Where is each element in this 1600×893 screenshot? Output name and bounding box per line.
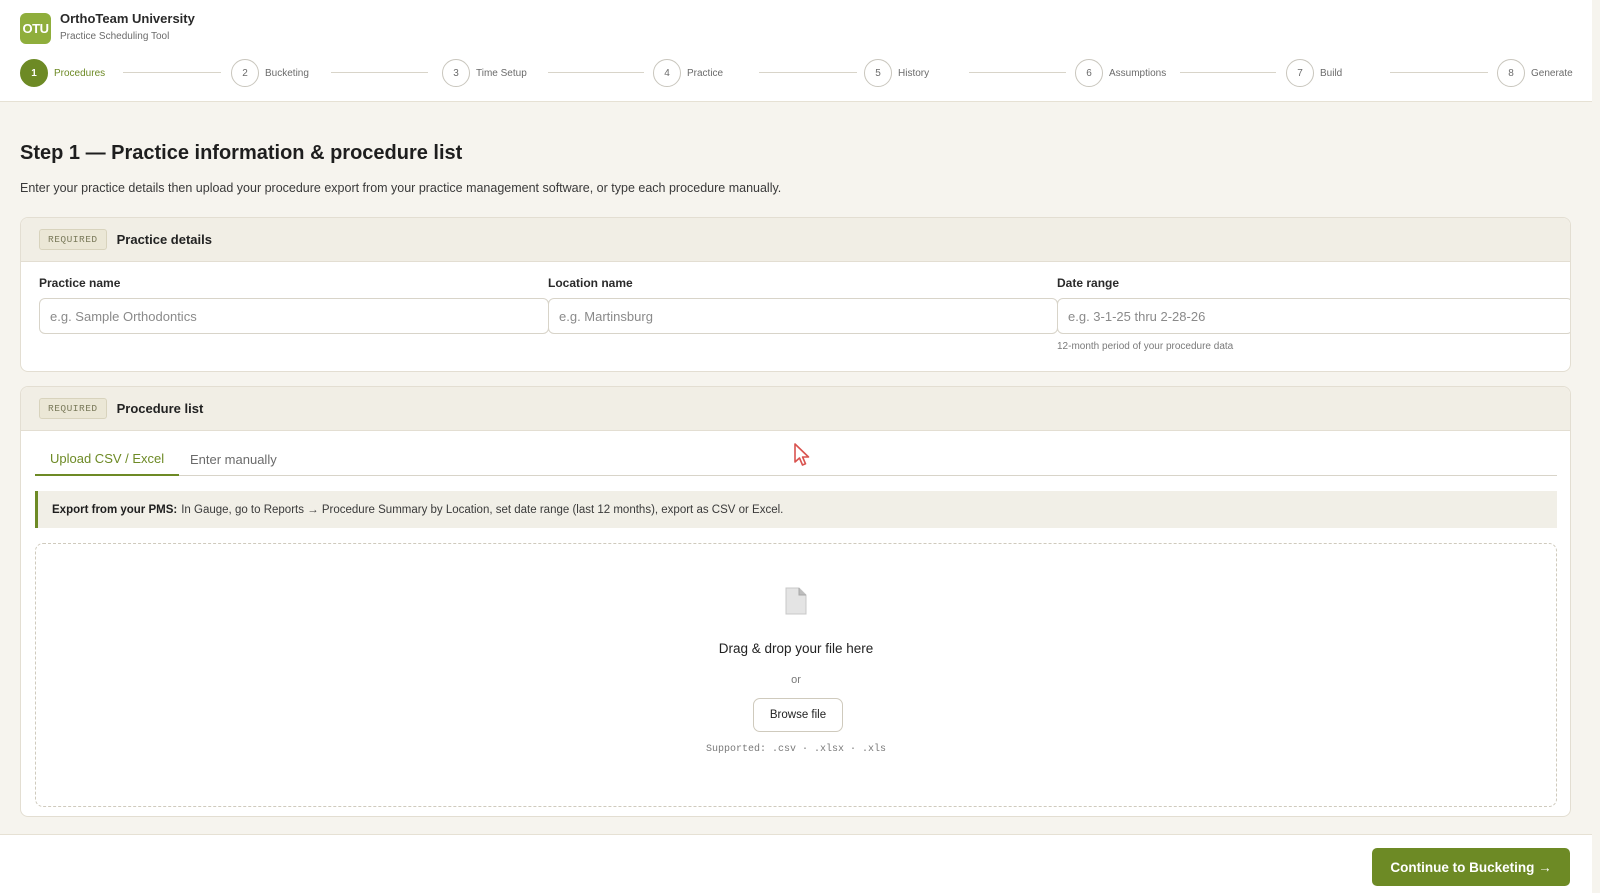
step-connector [969, 72, 1066, 73]
date-range-hint: 12-month period of your procedure data [1057, 341, 1234, 352]
dropzone-title: Drag & drop your file here [718, 641, 874, 656]
step-number: 1 [20, 59, 48, 87]
card-title: Procedure list [116, 401, 204, 416]
practice-name-input[interactable] [39, 298, 549, 334]
step-assumptions[interactable]: 6 Assumptions [1075, 59, 1166, 87]
pms-export-info: Export from your PMS: In Gauge, go to Re… [35, 491, 1557, 528]
step-number: 8 [1497, 59, 1525, 87]
step-number: 5 [864, 59, 892, 87]
step-history[interactable]: 5 History [864, 59, 929, 87]
step-procedures[interactable]: 1 Procedures [20, 59, 105, 87]
date-range-input[interactable] [1057, 298, 1570, 334]
stepper: 1 Procedures 2 Bucketing 3 Time Setup 4 … [20, 59, 1573, 87]
card-title: Practice details [116, 232, 212, 247]
step-connector [123, 72, 221, 73]
page-title: Step 1 — Practice information & procedur… [20, 142, 463, 164]
step-connector [1390, 72, 1488, 73]
step-label: Bucketing [265, 67, 309, 79]
step-connector [759, 72, 857, 73]
step-label: Time Setup [476, 67, 527, 79]
card-header: REQUIRED Practice details [21, 218, 1570, 262]
continue-button[interactable]: Continue to Bucketing → [1372, 848, 1570, 886]
app-logo: OTU [20, 12, 51, 44]
supported-formats: Supported: .csv · .xlsx · .xls [705, 744, 887, 755]
file-dropzone[interactable]: Drag & drop your file here or Browse fil… [35, 543, 1557, 807]
step-connector [331, 72, 428, 73]
field-label: Practice name [39, 276, 121, 290]
step-label: Procedures [54, 67, 106, 79]
required-badge: REQUIRED [39, 398, 107, 419]
info-label: Export from your PMS: [52, 503, 178, 516]
step-label: Practice [687, 67, 724, 79]
app-title: OrthoTeam University [60, 11, 195, 26]
brand-text: OrthoTeam University Practice Scheduling… [60, 11, 195, 45]
step-time-setup[interactable]: 3 Time Setup [442, 59, 527, 87]
location-name-input[interactable] [548, 298, 1058, 334]
step-number: 2 [231, 59, 259, 87]
date-range-field: Date range 12-month period of your proce… [1057, 276, 1570, 352]
step-number: 4 [653, 59, 681, 87]
step-practice[interactable]: 4 Practice [653, 59, 723, 87]
footer-bar: Continue to Bucketing → [0, 834, 1592, 893]
step-label: Assumptions [1109, 67, 1167, 79]
mouse-cursor-icon [794, 443, 810, 466]
step-number: 7 [1286, 59, 1314, 87]
tab-enter-manually[interactable]: Enter manually [175, 443, 292, 476]
step-label: Build [1320, 67, 1343, 79]
step-label: History [898, 67, 930, 79]
step-connector [548, 72, 644, 73]
dropzone-or: or [791, 674, 801, 686]
brand: OTU OrthoTeam University Practice Schedu… [20, 11, 195, 45]
step-number: 6 [1075, 59, 1103, 87]
practice-name-field: Practice name [39, 276, 549, 334]
browse-file-button[interactable]: Browse file [753, 698, 843, 732]
step-connector [1180, 72, 1276, 73]
info-text: In Gauge, go to Reports → Procedure Summ… [181, 503, 784, 516]
step-number: 3 [442, 59, 470, 87]
app-header: OTU OrthoTeam University Practice Schedu… [0, 0, 1592, 102]
tab-upload-csv[interactable]: Upload CSV / Excel [35, 443, 180, 476]
step-build[interactable]: 7 Build [1286, 59, 1342, 87]
card-header: REQUIRED Procedure list [21, 387, 1570, 431]
practice-fields: Practice name Location name Date range 1… [39, 276, 1570, 366]
field-label: Date range [1057, 276, 1120, 290]
page-description: Enter your practice details then upload … [20, 181, 782, 195]
step-label: Generate [1531, 67, 1573, 79]
practice-details-card: REQUIRED Practice details Practice name … [20, 217, 1571, 372]
step-generate[interactable]: 8 Generate [1497, 59, 1573, 87]
page-intro: Step 1 — Practice information & procedur… [20, 140, 1570, 196]
file-icon [785, 587, 807, 615]
step-bucketing[interactable]: 2 Bucketing [231, 59, 309, 87]
field-label: Location name [548, 276, 633, 290]
required-badge: REQUIRED [39, 229, 107, 250]
location-name-field: Location name [548, 276, 1058, 334]
app-subtitle: Practice Scheduling Tool [60, 31, 170, 42]
